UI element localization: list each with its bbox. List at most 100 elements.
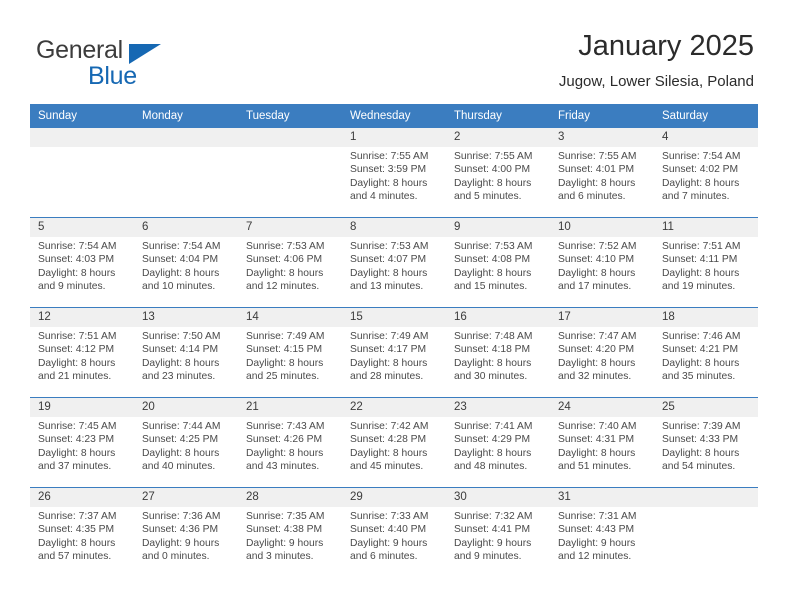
calendar-day-cell[interactable]: 11 Sunrise: 7:51 AM Sunset: 4:11 PM Dayligh… bbox=[654, 218, 758, 307]
calendar-day-cell[interactable]: 4 Sunrise: 7:54 AM Sunset: 4:02 PM Daylight… bbox=[654, 128, 758, 217]
daylight-text-line2: and 10 minutes. bbox=[142, 281, 216, 293]
sunrise-text: Sunrise: 7:33 AM bbox=[350, 511, 429, 522]
daylight-text-line2: and 30 minutes. bbox=[454, 371, 528, 383]
day-number: 23 bbox=[446, 398, 550, 417]
daylight-text-line1: Daylight: 8 hours bbox=[246, 447, 324, 459]
calendar-day-cell[interactable]: 23 Sunrise: 7:41 AM Sunset: 4:29 PM Dayligh… bbox=[446, 398, 550, 487]
calendar-day-cell[interactable]: 10 Sunrise: 7:52 AM Sunset: 4:10 PM Dayligh… bbox=[550, 218, 654, 307]
daylight-text-line2: and 43 minutes. bbox=[246, 461, 320, 473]
daylight-text-line2: and 17 minutes. bbox=[558, 281, 632, 293]
calendar-day-cell[interactable]: 2 Sunrise: 7:55 AM Sunset: 4:00 PM Daylight… bbox=[446, 128, 550, 217]
daylight-text-line2: and 7 minutes. bbox=[662, 191, 730, 203]
sunset-text: Sunset: 4:21 PM bbox=[662, 344, 739, 356]
daylight-text-line2: and 40 minutes. bbox=[142, 461, 216, 473]
calendar-day-cell[interactable]: 9 Sunrise: 7:53 AM Sunset: 4:08 PM Daylight… bbox=[446, 218, 550, 307]
calendar-day-cell[interactable]: 22 Sunrise: 7:42 AM Sunset: 4:28 PM Dayligh… bbox=[342, 398, 446, 487]
sunset-text: Sunset: 4:06 PM bbox=[246, 254, 323, 266]
day-number: 24 bbox=[550, 398, 654, 417]
daylight-text-line2: and 12 minutes. bbox=[246, 281, 320, 293]
day-details: Sunrise: 7:35 AM Sunset: 4:38 PM Daylight:… bbox=[238, 507, 342, 564]
sunrise-text: Sunrise: 7:43 AM bbox=[246, 421, 325, 432]
calendar-day-cell[interactable]: 15 Sunrise: 7:49 AM Sunset: 4:17 PM Dayligh… bbox=[342, 308, 446, 397]
sunrise-text: Sunrise: 7:35 AM bbox=[246, 511, 325, 522]
daylight-text-line1: Daylight: 8 hours bbox=[38, 537, 116, 549]
day-details: Sunrise: 7:51 AM Sunset: 4:12 PM Daylight:… bbox=[30, 327, 134, 384]
daylight-text-line2: and 15 minutes. bbox=[454, 281, 528, 293]
sunrise-text: Sunrise: 7:31 AM bbox=[558, 511, 637, 522]
calendar-day-cell[interactable]: 31 Sunrise: 7:31 AM Sunset: 4:43 PM Dayligh… bbox=[550, 488, 654, 577]
sunrise-text: Sunrise: 7:41 AM bbox=[454, 421, 533, 432]
calendar-day-cell[interactable]: 6 Sunrise: 7:54 AM Sunset: 4:04 PM Daylight… bbox=[134, 218, 238, 307]
calendar-week-row: 12 Sunrise: 7:51 AM Sunset: 4:12 PM Dayligh… bbox=[30, 307, 758, 398]
daylight-text-line2: and 12 minutes. bbox=[558, 551, 632, 563]
brand-name-bottom: Blue bbox=[88, 62, 137, 90]
calendar-page: General Blue January 2025 Jugow, Lower S… bbox=[0, 0, 792, 612]
calendar-day-cell[interactable]: 29 Sunrise: 7:33 AM Sunset: 4:40 PM Dayligh… bbox=[342, 488, 446, 577]
day-number: 11 bbox=[654, 218, 758, 237]
daylight-text-line1: Daylight: 8 hours bbox=[350, 177, 428, 189]
sunset-text: Sunset: 4:40 PM bbox=[350, 524, 427, 536]
sunset-text: Sunset: 4:20 PM bbox=[558, 344, 635, 356]
calendar-day-cell[interactable]: 30 Sunrise: 7:32 AM Sunset: 4:41 PM Dayligh… bbox=[446, 488, 550, 577]
daylight-text-line2: and 23 minutes. bbox=[142, 371, 216, 383]
daylight-text-line2: and 35 minutes. bbox=[662, 371, 736, 383]
daylight-text-line2: and 51 minutes. bbox=[558, 461, 632, 473]
sunrise-text: Sunrise: 7:39 AM bbox=[662, 421, 741, 432]
calendar-day-cell[interactable]: 24 Sunrise: 7:40 AM Sunset: 4:31 PM Dayligh… bbox=[550, 398, 654, 487]
sunrise-text: Sunrise: 7:54 AM bbox=[662, 151, 741, 162]
weekday-header-saturday: Saturday bbox=[654, 104, 758, 128]
day-number: 17 bbox=[550, 308, 654, 327]
sunrise-text: Sunrise: 7:47 AM bbox=[558, 331, 637, 342]
brand-logo[interactable]: General Blue bbox=[36, 36, 226, 92]
calendar-day-cell[interactable]: 12 Sunrise: 7:51 AM Sunset: 4:12 PM Dayligh… bbox=[30, 308, 134, 397]
sunset-text: Sunset: 4:43 PM bbox=[558, 524, 635, 536]
calendar-header-row: Sunday Monday Tuesday Wednesday Thursday… bbox=[30, 104, 758, 128]
calendar-day-cell[interactable]: 26 Sunrise: 7:37 AM Sunset: 4:35 PM Dayligh… bbox=[30, 488, 134, 577]
daylight-text-line2: and 25 minutes. bbox=[246, 371, 320, 383]
calendar-day-cell[interactable]: 21 Sunrise: 7:43 AM Sunset: 4:26 PM Dayligh… bbox=[238, 398, 342, 487]
day-details: Sunrise: 7:54 AM Sunset: 4:03 PM Daylight:… bbox=[30, 237, 134, 294]
daylight-text-line2: and 32 minutes. bbox=[558, 371, 632, 383]
day-number: 4 bbox=[654, 128, 758, 147]
calendar-day-cell[interactable]: 25 Sunrise: 7:39 AM Sunset: 4:33 PM Dayligh… bbox=[654, 398, 758, 487]
calendar-day-cell[interactable]: 13 Sunrise: 7:50 AM Sunset: 4:14 PM Dayligh… bbox=[134, 308, 238, 397]
brand-name-top: General bbox=[36, 36, 123, 64]
sunset-text: Sunset: 4:15 PM bbox=[246, 344, 323, 356]
daylight-text-line1: Daylight: 8 hours bbox=[662, 447, 740, 459]
calendar-day-cell[interactable]: 27 Sunrise: 7:36 AM Sunset: 4:36 PM Dayligh… bbox=[134, 488, 238, 577]
calendar-day-cell[interactable]: 1 Sunrise: 7:55 AM Sunset: 3:59 PM Daylight… bbox=[342, 128, 446, 217]
daylight-text-line1: Daylight: 9 hours bbox=[454, 537, 532, 549]
calendar-day-cell[interactable]: 28 Sunrise: 7:35 AM Sunset: 4:38 PM Dayligh… bbox=[238, 488, 342, 577]
calendar-day-cell[interactable]: 20 Sunrise: 7:44 AM Sunset: 4:25 PM Dayligh… bbox=[134, 398, 238, 487]
daylight-text-line1: Daylight: 8 hours bbox=[558, 177, 636, 189]
sunset-text: Sunset: 4:41 PM bbox=[454, 524, 531, 536]
sunset-text: Sunset: 4:36 PM bbox=[142, 524, 219, 536]
calendar-day-cell[interactable]: 8 Sunrise: 7:53 AM Sunset: 4:07 PM Daylight… bbox=[342, 218, 446, 307]
sunrise-text: Sunrise: 7:45 AM bbox=[38, 421, 117, 432]
calendar-day-cell[interactable]: 17 Sunrise: 7:47 AM Sunset: 4:20 PM Dayligh… bbox=[550, 308, 654, 397]
day-details: Sunrise: 7:55 AM Sunset: 3:59 PM Daylight:… bbox=[342, 147, 446, 204]
day-details: Sunrise: 7:49 AM Sunset: 4:17 PM Daylight:… bbox=[342, 327, 446, 384]
calendar-day-cell[interactable]: 5 Sunrise: 7:54 AM Sunset: 4:03 PM Daylight… bbox=[30, 218, 134, 307]
day-details: Sunrise: 7:54 AM Sunset: 4:04 PM Daylight:… bbox=[134, 237, 238, 294]
sunrise-text: Sunrise: 7:54 AM bbox=[38, 241, 117, 252]
calendar-day-cell[interactable]: 18 Sunrise: 7:46 AM Sunset: 4:21 PM Dayligh… bbox=[654, 308, 758, 397]
sunset-text: Sunset: 4:03 PM bbox=[38, 254, 115, 266]
weekday-header-friday: Friday bbox=[550, 104, 654, 128]
daylight-text-line2: and 37 minutes. bbox=[38, 461, 112, 473]
daylight-text-line2: and 21 minutes. bbox=[38, 371, 112, 383]
calendar-day-cell[interactable]: 16 Sunrise: 7:48 AM Sunset: 4:18 PM Dayligh… bbox=[446, 308, 550, 397]
daylight-text-line1: Daylight: 8 hours bbox=[350, 267, 428, 279]
calendar-day-cell[interactable]: 14 Sunrise: 7:49 AM Sunset: 4:15 PM Dayligh… bbox=[238, 308, 342, 397]
calendar-day-cell-empty bbox=[134, 128, 238, 217]
daylight-text-line1: Daylight: 8 hours bbox=[558, 447, 636, 459]
day-details: Sunrise: 7:53 AM Sunset: 4:08 PM Daylight:… bbox=[446, 237, 550, 294]
day-details: Sunrise: 7:51 AM Sunset: 4:11 PM Daylight:… bbox=[654, 237, 758, 294]
day-details: Sunrise: 7:53 AM Sunset: 4:07 PM Daylight:… bbox=[342, 237, 446, 294]
calendar-body: 1 Sunrise: 7:55 AM Sunset: 3:59 PM Daylight… bbox=[30, 128, 758, 577]
calendar-day-cell[interactable]: 19 Sunrise: 7:45 AM Sunset: 4:23 PM Dayligh… bbox=[30, 398, 134, 487]
calendar-day-cell[interactable]: 7 Sunrise: 7:53 AM Sunset: 4:06 PM Daylight… bbox=[238, 218, 342, 307]
daylight-text-line1: Daylight: 8 hours bbox=[350, 357, 428, 369]
sunrise-text: Sunrise: 7:55 AM bbox=[558, 151, 637, 162]
calendar-day-cell[interactable]: 3 Sunrise: 7:55 AM Sunset: 4:01 PM Daylight… bbox=[550, 128, 654, 217]
